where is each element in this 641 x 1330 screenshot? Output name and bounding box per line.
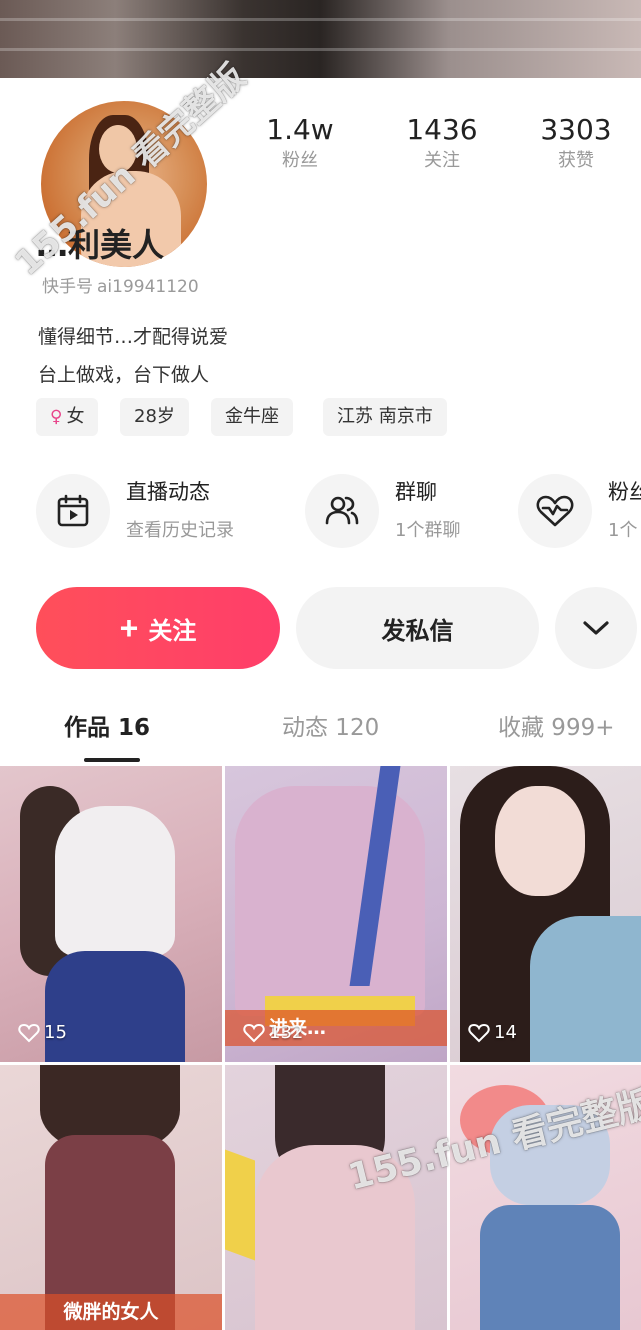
- heart-outline-icon: [18, 1023, 40, 1042]
- feature-title: 群聊: [395, 480, 437, 504]
- thumb-figure: [235, 786, 425, 1016]
- tag-label: 金牛座: [225, 406, 279, 427]
- group-users-icon: [305, 474, 379, 548]
- tag-gender: ♀ 女: [36, 398, 99, 436]
- profile-user-id[interactable]: 快手号 ai19941120: [38, 272, 199, 297]
- cover-shelf-line: [0, 48, 641, 51]
- send-message-label: 发私信: [381, 617, 454, 645]
- video-caption: 微胖的女人: [0, 1294, 222, 1330]
- video-likes: 14: [468, 1022, 517, 1043]
- feature-subtitle: 查看历史记录: [126, 520, 234, 541]
- profile-cover-photo: [0, 0, 641, 80]
- video-likes: 132: [243, 1022, 303, 1043]
- stat-label: 粉丝: [282, 150, 318, 171]
- tag-label: 28岁: [134, 406, 175, 427]
- send-message-button[interactable]: 发私信: [296, 587, 539, 669]
- video-thumb[interactable]: 进来… 132: [225, 766, 447, 1062]
- bio-line: 台上做戏，台下做人: [38, 364, 210, 386]
- thumb-figure: [45, 951, 185, 1062]
- video-likes: 15: [18, 1022, 67, 1043]
- active-tab-indicator: [84, 758, 140, 762]
- heart-outline-icon: [468, 1023, 490, 1042]
- female-icon: ♀: [50, 407, 63, 427]
- stat-followers[interactable]: 1.4w 粉丝: [240, 112, 360, 174]
- tag-label: 江苏 南京市: [337, 406, 433, 427]
- stat-value: 1.4w: [266, 113, 334, 146]
- profile-stats: 1.4w 粉丝 1436 关注 3303 获赞: [240, 112, 640, 182]
- thumb-figure: [495, 786, 585, 896]
- feature-subtitle: 1个群聊: [395, 520, 461, 541]
- tab-favorites[interactable]: 收藏 999+: [498, 708, 614, 742]
- heart-outline-icon: [243, 1023, 265, 1042]
- feature-row: 直播动态 查看历史记录 群聊 1个群聊 粉丝 1个: [0, 472, 641, 552]
- tab-moments[interactable]: 动态 120: [282, 708, 379, 742]
- feature-fan-club[interactable]: 粉丝 1个: [518, 472, 641, 552]
- feature-group-chat[interactable]: 群聊 1个群聊: [305, 472, 505, 552]
- stat-likes[interactable]: 3303 获赞: [516, 112, 636, 174]
- stat-label: 关注: [424, 150, 460, 171]
- feature-title: 粉丝: [608, 480, 641, 504]
- chevron-down-icon: [583, 621, 609, 635]
- feature-live-history[interactable]: 直播动态 查看历史记录: [36, 472, 286, 552]
- heart-icon: [518, 474, 592, 548]
- video-thumb[interactable]: [225, 1065, 447, 1330]
- feature-title: 直播动态: [126, 480, 210, 504]
- thumb-figure: [480, 1205, 620, 1330]
- follow-button[interactable]: + 关注: [36, 587, 280, 669]
- tag-location: 江苏 南京市: [323, 398, 447, 436]
- stat-value: 3303: [540, 113, 612, 146]
- tag-zodiac: 金牛座: [211, 398, 293, 436]
- plus-icon: +: [119, 610, 139, 646]
- stat-value: 1436: [406, 113, 478, 146]
- thumb-figure: [225, 1149, 255, 1261]
- likes-count: 14: [494, 1022, 517, 1043]
- video-thumb[interactable]: 14: [450, 766, 641, 1062]
- thumb-figure: [55, 806, 175, 956]
- user-id-label: 快手号: [42, 277, 93, 297]
- more-options-button[interactable]: [555, 587, 637, 669]
- tag-label: 女: [66, 406, 85, 427]
- bio-line: 懂得细节…才配得说爱: [38, 326, 229, 348]
- video-thumb[interactable]: 微胖的女人: [0, 1065, 222, 1330]
- user-id-value: ai19941120: [97, 277, 199, 297]
- likes-count: 15: [44, 1022, 67, 1043]
- tag-age: 28岁: [120, 398, 189, 436]
- likes-count: 132: [269, 1022, 304, 1043]
- profile-bio: 懂得细节…才配得说爱 台上做戏，台下做人: [38, 318, 228, 394]
- calendar-play-icon: [36, 474, 110, 548]
- stat-label: 获赞: [558, 150, 594, 171]
- content-tabs: 作品 16 动态 120 收藏 999+: [0, 708, 641, 766]
- tab-works[interactable]: 作品 16: [64, 708, 150, 742]
- follow-button-label: 关注: [148, 617, 197, 645]
- cover-shelf-line: [0, 18, 641, 21]
- stat-following[interactable]: 1436 关注: [382, 112, 502, 174]
- feature-subtitle: 1个: [608, 520, 638, 541]
- thumb-figure: [530, 916, 641, 1062]
- video-thumb[interactable]: 15: [0, 766, 222, 1062]
- video-grid: 15 进来… 132 14 微胖的女人: [0, 766, 641, 1330]
